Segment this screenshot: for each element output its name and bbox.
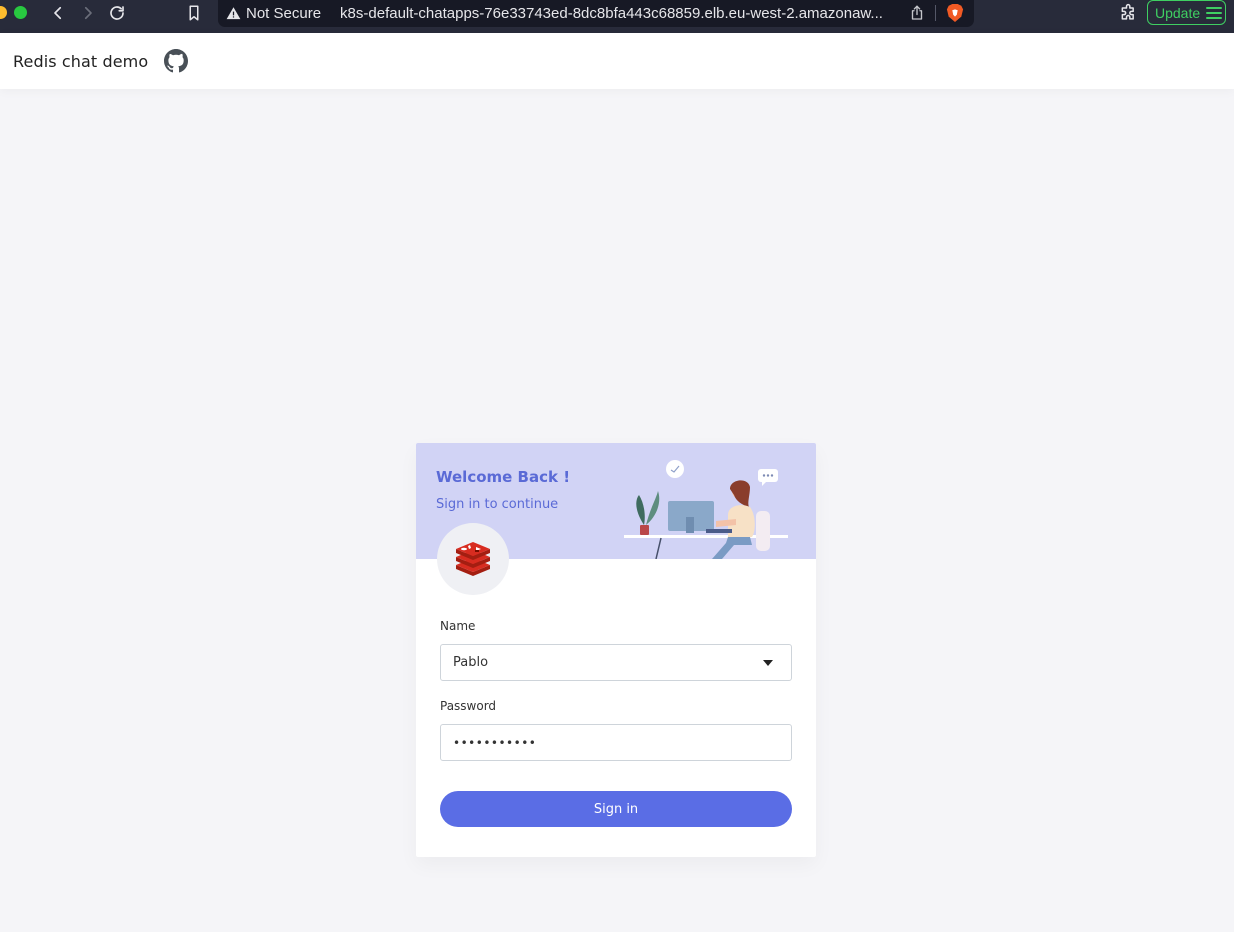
warning-icon: [226, 6, 241, 21]
bookmark-icon: [189, 5, 199, 21]
login-card: Welcome Back ! Sign in to continue Name …: [416, 443, 816, 857]
app-header: Redis chat demo: [0, 33, 1234, 89]
menu-icon: [1206, 6, 1223, 19]
login-subtitle: Sign in to continue: [436, 497, 559, 512]
redis-logo-icon: [456, 542, 490, 576]
redis-logo-avatar: [437, 523, 509, 595]
github-icon[interactable]: [164, 49, 189, 73]
forward-button[interactable]: [77, 2, 99, 24]
sign-in-button[interactable]: Sign in: [440, 791, 792, 827]
browser-toolbar: Not Secure k8s-default-chatapps-76e33743…: [0, 0, 1234, 33]
login-title: Welcome Back !: [436, 468, 571, 486]
chevron-left-icon: [54, 6, 62, 20]
name-label: Name: [440, 619, 476, 633]
maximize-window-button[interactable]: [14, 6, 27, 19]
reload-button[interactable]: [106, 2, 128, 24]
app-brand[interactable]: Redis chat demo: [13, 52, 148, 71]
password-label: Password: [440, 699, 497, 713]
share-icon[interactable]: [908, 4, 926, 22]
url-text[interactable]: k8s-default-chatapps-76e33743ed-8dc8bfa4…: [340, 5, 900, 22]
brave-lion-icon[interactable]: [946, 3, 964, 23]
update-label: Update: [1155, 4, 1201, 21]
security-status-label[interactable]: Not Secure: [246, 5, 321, 22]
back-button[interactable]: [47, 2, 69, 24]
minimize-window-button[interactable]: [0, 6, 7, 19]
bookmark-button[interactable]: [183, 2, 205, 24]
extensions-icon[interactable]: [1119, 3, 1139, 23]
address-bar[interactable]: Not Secure k8s-default-chatapps-76e33743…: [218, 0, 974, 27]
office-worker-illustration: [624, 460, 788, 559]
address-bar-divider: [935, 5, 936, 21]
update-button[interactable]: Update: [1147, 0, 1226, 25]
reload-icon: [110, 6, 124, 20]
caret-down-icon: [763, 660, 773, 666]
name-select-value: Pablo: [453, 655, 489, 670]
password-input[interactable]: [440, 724, 792, 761]
name-select[interactable]: Pablo: [440, 644, 792, 681]
chevron-right-icon: [84, 6, 92, 20]
